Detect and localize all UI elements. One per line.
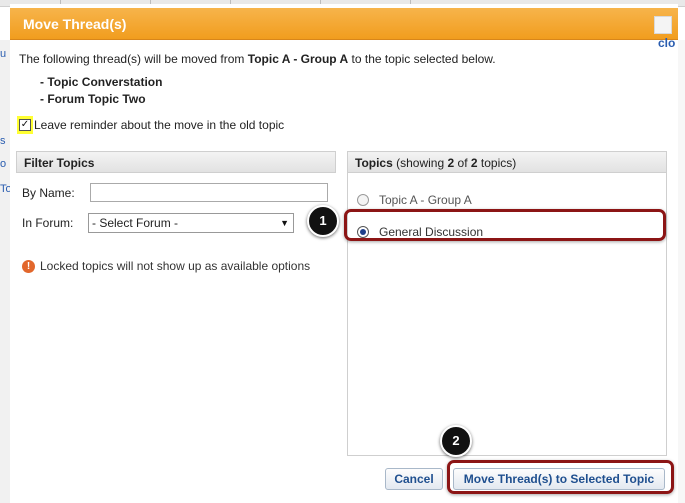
move-description: The following thread(s) will be moved fr…: [19, 52, 496, 66]
warning-icon: !: [22, 259, 35, 273]
by-name-label: By Name:: [22, 186, 75, 200]
forum-select[interactable]: - Select Forum - ▼: [88, 213, 294, 233]
leave-reminder-label: Leave reminder about the move in the old…: [34, 118, 285, 132]
intro-prefix: The following thread(s) will be moved fr…: [19, 52, 245, 66]
in-forum-label: In Forum:: [22, 216, 74, 230]
dialog-title: Move Thread(s): [23, 16, 127, 32]
filter-topics-panel: Filter Topics By Name: In Forum: - Selec…: [16, 151, 336, 291]
source-topic: Topic A - Group A: [247, 52, 349, 66]
topic-option-topic-a[interactable]: Topic A - Group A: [357, 193, 472, 207]
topic-option-label: Topic A - Group A: [379, 193, 472, 207]
topics-shown-count: 2: [447, 156, 455, 170]
forum-select-value: - Select Forum -: [92, 216, 179, 230]
list-item: - Forum Topic Two: [40, 92, 146, 106]
checkbox-highlight: ✓: [17, 116, 33, 134]
dialog-close-box[interactable]: [654, 16, 672, 34]
topics-heading-label: Topics: [355, 156, 393, 170]
list-item: - Topic Converstation: [40, 75, 163, 89]
topics-heading-showing: (showing: [396, 156, 445, 170]
topics-panel: Topics (showing 2 of 2 topics) Topic A -…: [347, 151, 667, 456]
leave-reminder-option: ✓ Leave reminder about the move in the o…: [17, 116, 284, 134]
by-name-input[interactable]: [90, 183, 328, 202]
step-1-highlight: [344, 209, 666, 241]
dialog-titlebar: Move Thread(s): [10, 8, 678, 40]
background-letter: o: [0, 158, 7, 170]
topics-total-count: 2: [470, 156, 478, 170]
locked-topics-text: Locked topics will not show up as availa…: [40, 259, 311, 273]
step-1-badge: 1: [307, 205, 339, 237]
move-thread-dialog: Move Thread(s) The following thread(s) w…: [10, 4, 678, 503]
topics-heading-suffix: topics): [480, 156, 517, 170]
topic-radio[interactable]: [357, 194, 369, 206]
background-page-left: u s o To: [0, 40, 12, 503]
step-2-badge: 2: [440, 425, 472, 457]
chevron-down-icon: ▼: [280, 218, 289, 228]
step-2-highlight: [447, 460, 674, 494]
topics-heading-of: of: [457, 156, 468, 170]
background-letter: s: [0, 135, 6, 147]
filter-topics-heading: Filter Topics: [16, 151, 336, 173]
intro-suffix: to the topic selected below.: [351, 52, 496, 66]
close-link[interactable]: clo: [658, 36, 675, 50]
locked-topics-note: ! Locked topics will not show up as avai…: [22, 259, 310, 273]
topics-heading: Topics (showing 2 of 2 topics): [347, 151, 667, 173]
leave-reminder-checkbox[interactable]: ✓: [19, 119, 31, 131]
background-letter: u: [0, 48, 7, 60]
cancel-button[interactable]: Cancel: [385, 468, 443, 490]
thread-list: - Topic Converstation - Forum Topic Two: [40, 74, 162, 108]
